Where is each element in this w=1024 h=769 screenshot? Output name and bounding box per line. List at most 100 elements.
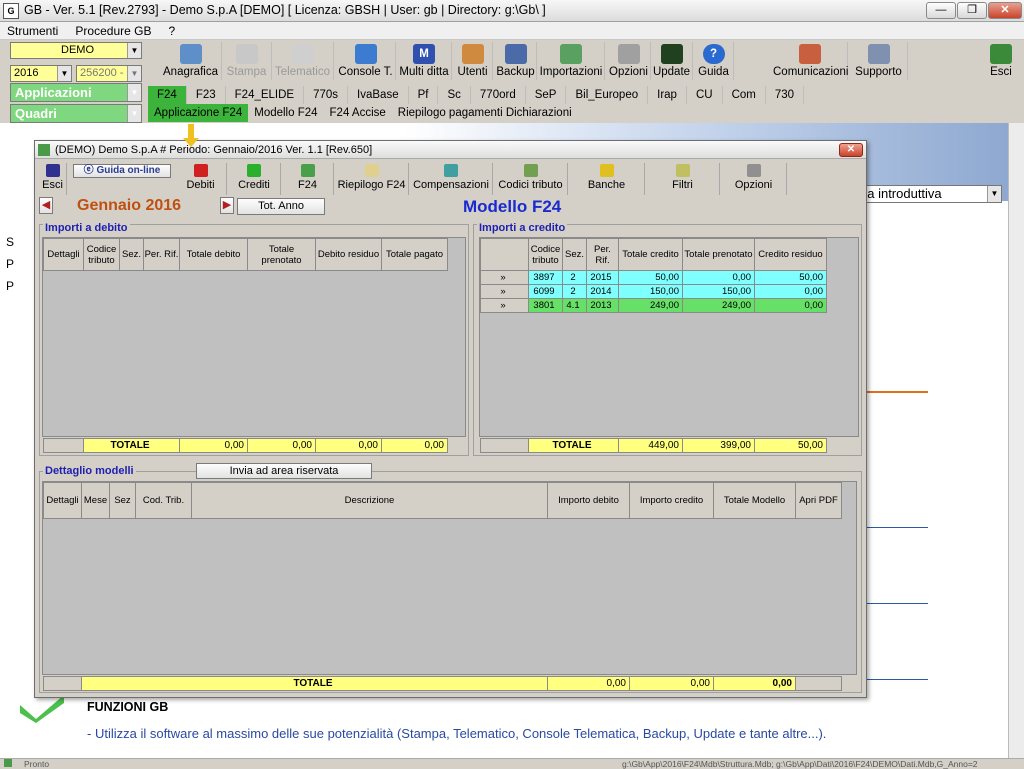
toolbar-update[interactable]: Update bbox=[651, 42, 693, 80]
compensazioni-button[interactable]: Compensazioni bbox=[410, 163, 493, 195]
col-header: Descrizione bbox=[191, 482, 548, 519]
expand-row-button[interactable]: » bbox=[480, 298, 529, 313]
tab-pf[interactable]: Pf bbox=[409, 86, 439, 104]
period-label: Gennaio 2016 bbox=[77, 197, 182, 214]
opzioni-button[interactable]: Opzioni bbox=[721, 163, 787, 195]
menu-procedure-gb[interactable]: Procedure GB bbox=[68, 22, 158, 38]
toolbar-multi-ditta[interactable]: M Multi ditta bbox=[397, 42, 452, 80]
col-header: Apri PDF bbox=[795, 482, 842, 519]
cell-residuo: 0,00 bbox=[754, 298, 827, 313]
app-titlebar: G GB - Ver. 5.1 [Rev.2793] - Demo S.p.A … bbox=[0, 0, 1024, 22]
toolbar-backup[interactable]: Backup bbox=[495, 42, 537, 80]
subtab-riepilogo-pagamenti-dichiarazioni[interactable]: Riepilogo pagamenti Dichiarazioni bbox=[392, 104, 578, 122]
toolbar-console[interactable]: Console T. bbox=[336, 42, 396, 80]
tab-sep[interactable]: SeP bbox=[526, 86, 567, 104]
toolbar-utenti[interactable]: Utenti bbox=[453, 42, 493, 80]
table-row[interactable]: » 3801 4.1 2013 249,00 249,00 0,00 bbox=[480, 298, 827, 313]
tab-bil-europeo[interactable]: Bil_Europeo bbox=[566, 86, 649, 104]
telematico-icon bbox=[291, 44, 314, 64]
riepilogo-f24-button[interactable]: Riepilogo F24 bbox=[335, 163, 409, 195]
toolbar-label: Codici tributo bbox=[498, 179, 563, 191]
modello-f24-heading: Modello F24 bbox=[463, 197, 562, 216]
tab-770s[interactable]: 770s bbox=[304, 86, 349, 104]
applicazioni-select[interactable]: Applicazioni ▼ bbox=[10, 83, 142, 102]
company-select[interactable]: DEMO ▼ bbox=[10, 42, 142, 59]
quadri-select[interactable]: Quadri ▼ bbox=[10, 104, 142, 123]
toolbar-label: Importazioni bbox=[539, 66, 603, 78]
tab-cu[interactable]: CU bbox=[687, 86, 723, 104]
code-select[interactable]: 256200 - ▼ bbox=[76, 65, 142, 82]
banche-button[interactable]: Banche bbox=[569, 163, 645, 195]
toolbar-supporto[interactable]: Supporto bbox=[850, 42, 908, 80]
total-value: 0,00 bbox=[315, 438, 382, 453]
divider bbox=[866, 603, 928, 604]
debiti-icon bbox=[193, 164, 208, 177]
chevron-down-icon: ▼ bbox=[127, 105, 141, 122]
cell-sez: 4.1 bbox=[562, 298, 587, 313]
col-header: Sez bbox=[109, 482, 136, 519]
invia-area-riservata-button[interactable]: Invia ad area riservata bbox=[196, 463, 372, 479]
table-row[interactable]: » 3897 2 2015 50,00 0,00 50,00 bbox=[480, 270, 827, 285]
toolbar-esci[interactable]: Esci bbox=[984, 42, 1018, 80]
subtab-f24-accise[interactable]: F24 Accise bbox=[324, 104, 392, 122]
toolbar-label: Esci bbox=[990, 66, 1012, 78]
page-scrollbar[interactable] bbox=[1008, 123, 1024, 758]
toolbar-label: Compensazioni bbox=[413, 179, 489, 191]
codici-tributo-icon bbox=[523, 164, 538, 177]
next-period-button[interactable]: ▶ bbox=[220, 197, 234, 214]
banche-icon bbox=[599, 164, 614, 177]
credito-title: Importi a credito bbox=[477, 222, 568, 234]
prev-period-button[interactable]: ◀ bbox=[39, 197, 53, 214]
cell-credito: 249,00 bbox=[618, 298, 683, 313]
tab-sc[interactable]: Sc bbox=[438, 86, 471, 104]
tab-730[interactable]: 730 bbox=[766, 86, 805, 104]
guida-online-button[interactable]: ⓔ Guida on-line bbox=[73, 164, 171, 178]
subtab-applicazione-f24[interactable]: Applicazione F24 bbox=[148, 104, 249, 122]
tot-anno-button[interactable]: Tot. Anno bbox=[237, 198, 325, 215]
toolbar-anagrafica[interactable]: Anagrafica bbox=[160, 42, 222, 80]
guida-dropdown[interactable]: da introduttiva ▼ bbox=[856, 185, 1002, 203]
tab-irap[interactable]: Irap bbox=[648, 86, 687, 104]
users-icon bbox=[461, 44, 484, 64]
toolbar-stampa[interactable]: Stampa bbox=[222, 42, 272, 80]
table-row[interactable]: » 6099 2 2014 150,00 150,00 0,00 bbox=[480, 284, 827, 299]
tab-ivabase[interactable]: IvaBase bbox=[348, 86, 409, 104]
codici-tributo-button[interactable]: Codici tributo bbox=[494, 163, 568, 195]
esci-button[interactable]: Esci bbox=[39, 163, 67, 195]
minimize-button[interactable]: — bbox=[926, 2, 956, 19]
app-title: GB - Ver. 5.1 [Rev.2793] - Demo S.p.A [D… bbox=[24, 3, 546, 17]
tab-f23[interactable]: F23 bbox=[187, 86, 226, 104]
tab-com[interactable]: Com bbox=[723, 86, 766, 104]
year-select[interactable]: 2016 ▼ bbox=[10, 65, 72, 82]
toolbar-importazioni[interactable]: Importazioni bbox=[538, 42, 605, 80]
close-button[interactable]: ✕ bbox=[988, 2, 1022, 19]
applicazioni-label: Applicazioni bbox=[15, 85, 92, 100]
filtri-button[interactable]: Filtri bbox=[646, 163, 720, 195]
tab-770ord[interactable]: 770ord bbox=[471, 86, 526, 104]
crediti-button[interactable]: Crediti bbox=[228, 163, 281, 195]
f24-button[interactable]: F24 bbox=[282, 163, 334, 195]
tab-f24[interactable]: F24 bbox=[148, 86, 187, 104]
expand-row-button[interactable]: » bbox=[480, 284, 529, 299]
toolbar-guida[interactable]: ? Guida bbox=[694, 42, 734, 80]
debiti-button[interactable]: Debiti bbox=[175, 163, 227, 195]
total-value: 0,00 bbox=[713, 676, 796, 691]
toolbar-label: Riepilogo F24 bbox=[337, 179, 406, 191]
maximize-button[interactable]: ❐ bbox=[957, 2, 987, 19]
expand-row-button[interactable]: » bbox=[480, 270, 529, 285]
window-titlebar: (DEMO) Demo S.p.A # Periodo: Gennaio/201… bbox=[35, 141, 866, 159]
toolbar-opzioni[interactable]: Opzioni bbox=[607, 42, 651, 80]
subtab-modello-f24[interactable]: Modello F24 bbox=[248, 104, 323, 122]
app-logo: G bbox=[3, 3, 19, 19]
window-close-button[interactable]: ✕ bbox=[839, 143, 863, 157]
menu-help[interactable]: ? bbox=[162, 22, 183, 38]
toolbar-comunicazioni[interactable]: Comunicazioni bbox=[773, 42, 848, 80]
credito-total-row: TOTALE 449,00 399,00 50,00 bbox=[480, 438, 827, 453]
applicazione-tabs: Applicazione F24 Modello F24 F24 Accise Rie… bbox=[148, 104, 578, 122]
menu-strumenti[interactable]: Strumenti bbox=[0, 22, 65, 38]
total-value: 0,00 bbox=[381, 438, 448, 453]
toolbar-telematico[interactable]: Telematico bbox=[272, 42, 334, 80]
tab-f24-elide[interactable]: F24_ELIDE bbox=[226, 86, 305, 104]
col-header: Totale debito bbox=[179, 238, 248, 271]
debito-panel: Importi a debito Dettagli Codice tributo… bbox=[39, 222, 469, 456]
